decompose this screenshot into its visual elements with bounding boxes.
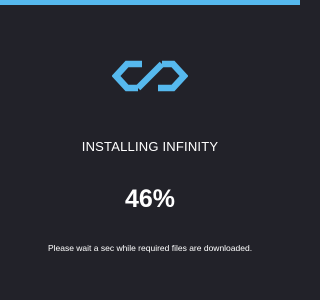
status-message: Please wait a sec while required files a… [47, 243, 253, 253]
top-progress-bar [0, 0, 300, 5]
progress-percent: 46% [124, 185, 176, 213]
infinity-logo-icon [112, 60, 188, 92]
install-title: INSTALLING INFINITY [81, 139, 219, 154]
top-progress-fill [0, 0, 300, 5]
installer-screen: INSTALLING INFINITY 46% Please wait a se… [0, 0, 300, 300]
